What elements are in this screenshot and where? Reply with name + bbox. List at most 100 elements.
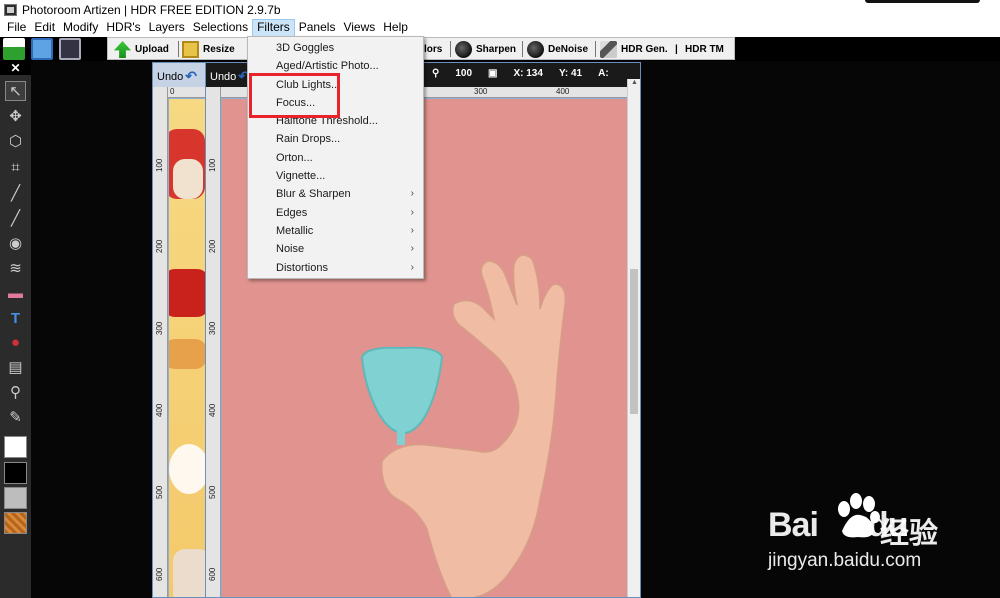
watermark-cn: 经验 [880, 518, 939, 550]
fit-icon[interactable]: ▣ [488, 68, 497, 79]
title-decoration [865, 0, 980, 3]
watermark-brand-part1: Bai [768, 506, 819, 544]
pencil-tool-icon[interactable]: ╱ [5, 208, 26, 228]
zoom-level[interactable]: 100 [455, 68, 472, 79]
texture-swatch[interactable] [4, 512, 27, 534]
menu-item-noise[interactable]: Noise › [248, 240, 423, 258]
foreground-color-swatch[interactable] [4, 436, 27, 458]
doc1-undo-button[interactable]: Undo ↶ [157, 68, 197, 85]
brush-tool-icon[interactable]: ╱ [5, 183, 26, 203]
denoise-label: DeNoise [548, 44, 589, 55]
sharpen-label: Sharpen [476, 44, 517, 55]
ruler-label: 600 [208, 567, 217, 581]
cursor-x: X: 134 [513, 68, 543, 79]
menu-modify[interactable]: Modify [59, 19, 102, 37]
background-color-swatch[interactable] [4, 462, 27, 484]
submenu-arrow-icon: › [410, 261, 414, 273]
save-disk-icon[interactable] [59, 38, 81, 60]
ruler-label: 0 [170, 87, 175, 96]
colors-button[interactable]: lors [424, 40, 442, 59]
menu-item-label: Blur & Sharpen [276, 188, 351, 201]
fill-bucket-icon[interactable]: ● [5, 332, 26, 352]
pill-shape [169, 444, 206, 494]
sharpen-button[interactable]: Sharpen [455, 40, 516, 59]
menu-bar: File Edit Modify HDR's Layers Selections… [0, 19, 1000, 37]
annotation-highlight-box [249, 73, 340, 118]
scroll-thumb[interactable] [630, 269, 638, 414]
zoom-tool-icon[interactable]: ⚲ [5, 382, 26, 402]
hdr-separator: | [675, 40, 678, 59]
menu-item-metallic[interactable]: Metallic › [248, 222, 423, 240]
ruler-label: 500 [208, 485, 217, 499]
menu-item-label: Noise [276, 243, 305, 256]
new-file-icon[interactable] [3, 38, 25, 60]
toolbar-divider [450, 41, 451, 57]
move-tool-icon[interactable]: ✥ [5, 106, 26, 126]
menu-layers[interactable]: Layers [145, 19, 189, 37]
doc2-undo-button[interactable]: Undo ↶ [210, 68, 250, 85]
open-folder-icon[interactable] [31, 38, 53, 60]
menu-views[interactable]: Views [339, 19, 379, 37]
ruler-label: 200 [155, 239, 164, 253]
hdr-pencil-icon [600, 41, 617, 58]
pill-shape [173, 549, 206, 597]
menu-hdrs[interactable]: HDR's [102, 19, 144, 37]
doc2-vertical-ruler: 100 200 300 400 500 600 [206, 87, 221, 597]
doc1-canvas-image[interactable] [169, 99, 206, 597]
menu-item-edges[interactable]: Edges › [248, 204, 423, 222]
menu-item-label: Orton... [276, 151, 313, 164]
menu-item-distortions[interactable]: Distortions › [248, 259, 423, 277]
menu-panels[interactable]: Panels [295, 19, 340, 37]
ruler-label: 400 [155, 403, 164, 417]
crop-tool-icon[interactable]: ⌗ [5, 157, 26, 177]
doc2-vertical-scrollbar[interactable]: ▲ [627, 79, 640, 597]
doc1-undo-label: Undo [157, 70, 184, 83]
colors-label: lors [424, 44, 443, 55]
smudge-tool-icon[interactable]: ≋ [5, 258, 26, 278]
hdr-gen-label: HDR Gen. [621, 44, 668, 55]
toolbar-divider [522, 41, 523, 57]
red-eye-tool-icon[interactable]: ◉ [5, 233, 26, 253]
denoise-button[interactable]: DeNoise [527, 40, 588, 59]
doc2-status-bar: ⚲ 100 ▣ X: 134 Y: 41 A: [432, 68, 609, 79]
ruler-label: 400 [556, 87, 570, 96]
submenu-arrow-icon: › [410, 206, 414, 218]
menu-item-rain-drops[interactable]: Rain Drops... [248, 130, 423, 148]
upload-label: Upload [135, 44, 169, 55]
menu-item-label: Rain Drops... [276, 133, 341, 146]
gray-swatch[interactable] [4, 487, 27, 509]
lasso-tool-icon[interactable]: ⬡ [5, 131, 26, 151]
undo-arrow-icon: ↶ [185, 68, 198, 84]
ruler-label: 600 [155, 567, 164, 581]
menu-file[interactable]: File [3, 19, 30, 37]
eyedropper-tool-icon[interactable]: ✎ [5, 407, 26, 427]
ruler-label: 100 [155, 158, 164, 172]
hdr-tm-label: HDR TM [685, 44, 724, 55]
scroll-up-icon[interactable]: ▲ [629, 79, 640, 90]
app-icon [4, 3, 17, 16]
menu-selections[interactable]: Selections [189, 19, 252, 37]
menu-item-label: Edges [276, 206, 308, 219]
menu-item-orton[interactable]: Orton... [248, 149, 423, 167]
menu-item-blur-sharpen[interactable]: Blur & Sharpen › [248, 185, 423, 203]
resize-button[interactable]: Resize [182, 40, 235, 59]
hdr-gen-button[interactable]: HDR Gen. [600, 40, 668, 59]
gradient-tool-icon[interactable]: ▤ [5, 357, 26, 377]
menu-item-3d-goggles[interactable]: 3D Goggles [248, 39, 423, 57]
document-window-1[interactable]: Undo ↶ 0 100 200 300 400 500 600 [152, 62, 209, 598]
ruler-label: 300 [474, 87, 488, 96]
close-panel-icon[interactable]: ✕ [0, 61, 31, 75]
menu-help[interactable]: Help [379, 19, 412, 37]
menu-filters[interactable]: Filters [252, 19, 295, 37]
doc1-vertical-ruler: 100 200 300 400 500 600 [153, 87, 168, 597]
hdr-tm-button[interactable]: HDR TM [685, 40, 724, 59]
text-tool-icon[interactable]: T [5, 308, 26, 328]
eraser-tool-icon[interactable]: ▬ [5, 283, 26, 303]
resize-icon [182, 41, 199, 58]
menu-edit[interactable]: Edit [30, 19, 59, 37]
zoom-icon[interactable]: ⚲ [432, 68, 439, 79]
upload-button[interactable]: Upload [114, 40, 169, 59]
menu-item-label: 3D Goggles [276, 42, 335, 54]
menu-item-vignette[interactable]: Vignette... [248, 167, 423, 185]
pointer-tool-icon[interactable]: ↖ [5, 81, 26, 101]
